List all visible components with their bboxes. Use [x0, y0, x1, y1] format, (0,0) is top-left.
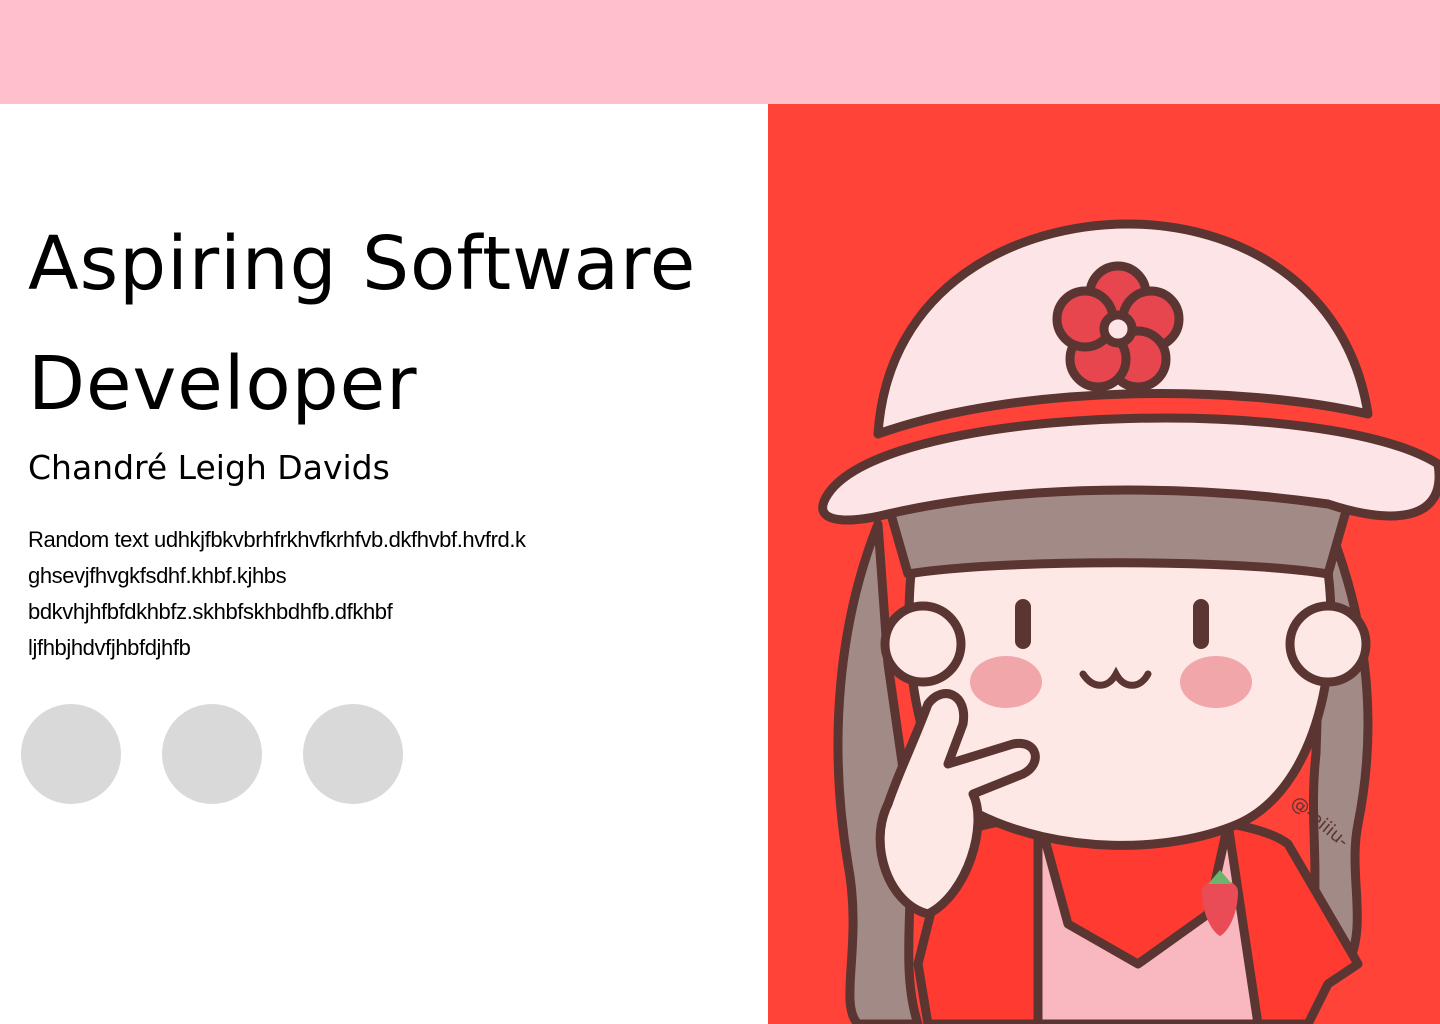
bio-line: ljfhbjhdvfjhbfdjhfb [28, 635, 191, 660]
eye-left [1015, 599, 1031, 649]
social-link-2[interactable] [162, 704, 262, 804]
bio-line: Random text udhkjfbkvbrhfrkhvfkrhfvb.dkf… [28, 527, 526, 552]
title-line-1: Aspiring Software [28, 221, 697, 307]
hero-intro: Aspiring Software Developer Chandré Leig… [0, 104, 768, 1024]
eye-right [1193, 599, 1209, 649]
profile-illustration: @-eiiiu- [768, 104, 1440, 1024]
ear-right [1285, 601, 1371, 687]
title-line-2: Developer [28, 341, 418, 427]
avatar-illustration: @-eiiiu- [768, 104, 1440, 1024]
ear-left [880, 601, 966, 687]
author-name: Chandré Leigh Davids [28, 448, 390, 487]
bio-line: ghsevjfhvgkfsdhf.khbf.kjhbs [28, 563, 287, 588]
cheek-right [1180, 656, 1252, 708]
top-header-bar [0, 0, 1440, 104]
social-link-1[interactable] [21, 704, 121, 804]
page-title: Aspiring Software Developer [28, 204, 758, 444]
social-link-3[interactable] [303, 704, 403, 804]
cheek-left [970, 656, 1042, 708]
bio-text: Random text udhkjfbkvbrhfrkhvfkrhfvb.dkf… [28, 522, 628, 666]
bio-line: bdkvhjhfbfdkhbfz.skhbfskhbdhfb.dfkhbf [28, 599, 393, 624]
